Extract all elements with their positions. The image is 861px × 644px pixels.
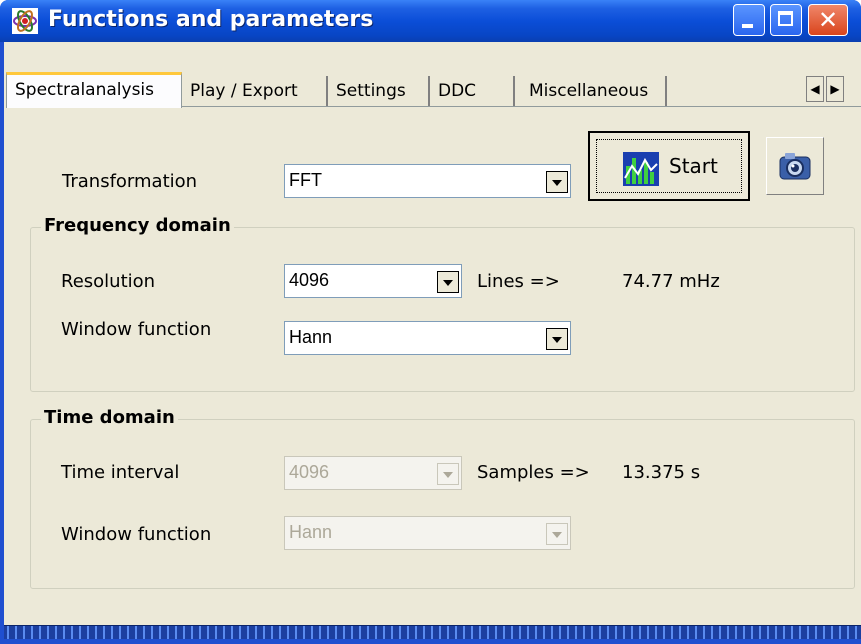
- samples-label: Samples =>: [477, 462, 590, 483]
- title-bar[interactable]: Functions and parameters ✕: [0, 0, 861, 42]
- chevron-down-icon[interactable]: [546, 171, 568, 193]
- tab-spectralanalysis[interactable]: Spectralanalysis: [6, 72, 182, 108]
- lines-label: Lines =>: [477, 271, 560, 292]
- tab-label: DDC: [438, 81, 477, 101]
- frequency-resolution-result: 74.77 mHz: [622, 271, 720, 292]
- transformation-select[interactable]: FFT: [284, 164, 571, 198]
- tab-strip: Spectralanalysis Play / Export Settings …: [6, 42, 861, 108]
- window-function-value: Hann: [289, 327, 333, 347]
- time-window-function-value: Hann: [289, 522, 333, 542]
- time-interval-label: Time interval: [61, 462, 180, 483]
- resolution-label: Resolution: [61, 271, 156, 292]
- focus-rect: Start: [596, 139, 742, 193]
- chevron-down-icon[interactable]: [546, 328, 568, 350]
- window-function-select[interactable]: Hann: [284, 321, 571, 355]
- progress-bar: [4, 625, 861, 639]
- start-button[interactable]: Start: [588, 131, 750, 201]
- resolution-value: 4096: [289, 270, 330, 290]
- close-button[interactable]: ✕: [808, 4, 848, 36]
- time-window-function-label: Window function: [61, 524, 212, 545]
- chevron-down-icon: [437, 463, 459, 485]
- spectrum-chart-icon: [623, 152, 659, 186]
- tab-label: Play / Export: [190, 81, 298, 101]
- window-title: Functions and parameters: [48, 7, 374, 32]
- chevron-down-icon: [546, 523, 568, 545]
- spectrum-app-icon: [12, 8, 38, 34]
- client-area: Spectralanalysis Play / Export Settings …: [4, 42, 861, 639]
- time-window-function-select[interactable]: Hann: [284, 516, 571, 550]
- tab-label: Spectralanalysis: [15, 80, 155, 100]
- tab-label: Miscellaneous: [529, 81, 649, 101]
- tab-ddc[interactable]: DDC: [430, 76, 515, 106]
- arrow-left-icon[interactable]: ◀: [806, 76, 824, 102]
- app-window: Functions and parameters ✕ Spectralanaly…: [0, 0, 861, 644]
- arrow-right-icon[interactable]: ▶: [826, 76, 844, 102]
- maximize-button[interactable]: [770, 4, 802, 36]
- time-interval-result: 13.375 s: [622, 462, 701, 483]
- time-interval-value: 4096: [289, 462, 330, 482]
- transformation-label: Transformation: [62, 171, 198, 192]
- camera-icon: [779, 153, 811, 180]
- minimize-button[interactable]: [733, 4, 765, 36]
- spectralanalysis-panel: Transformation FFT Start Frequency domai…: [8, 107, 861, 638]
- snapshot-button[interactable]: [766, 137, 824, 195]
- tab-label: Settings: [336, 81, 406, 101]
- tab-settings[interactable]: Settings: [328, 76, 430, 106]
- time-domain-group: Time domain Time interval 4096 Samples =…: [30, 407, 855, 589]
- start-label: Start: [669, 154, 718, 178]
- chevron-down-icon[interactable]: [437, 271, 459, 293]
- resolution-select[interactable]: 4096: [284, 264, 462, 298]
- transformation-value: FFT: [289, 170, 322, 190]
- close-icon: ✕: [818, 6, 839, 34]
- frequency-domain-title: Frequency domain: [41, 215, 234, 236]
- tab-miscellaneous[interactable]: Miscellaneous: [515, 76, 667, 106]
- time-interval-select[interactable]: 4096: [284, 456, 462, 490]
- window-function-label: Window function: [61, 319, 212, 340]
- frequency-domain-group: Frequency domain Resolution 4096 Lines =…: [30, 215, 855, 392]
- time-domain-title: Time domain: [41, 407, 178, 428]
- tab-play-export[interactable]: Play / Export: [182, 76, 328, 106]
